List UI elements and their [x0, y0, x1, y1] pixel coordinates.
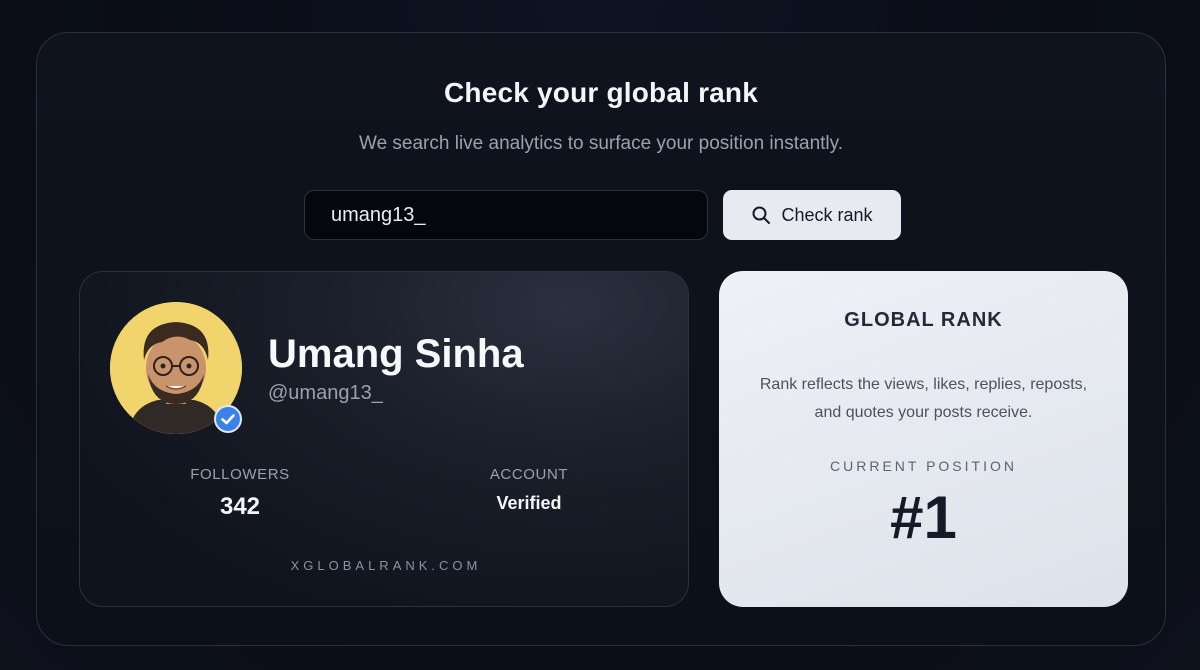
account-value: Verified	[496, 493, 562, 513]
verified-badge-icon	[214, 405, 242, 433]
search-icon	[751, 205, 771, 225]
rank-checker-panel: Check your global rank We search live an…	[36, 32, 1166, 646]
followers-label: FOLLOWERS	[190, 466, 290, 483]
global-rank-card: GLOBAL RANK Rank reflects the views, lik…	[719, 271, 1128, 607]
profile-handle: @umang13_	[268, 382, 383, 404]
profile-card: Umang Sinha @umang13_ FOLLOWERS 342 ACCO…	[79, 271, 689, 607]
profile-name: Umang Sinha	[268, 332, 524, 376]
check-rank-button[interactable]: Check rank	[723, 190, 901, 240]
account-label: ACCOUNT	[489, 466, 569, 483]
rank-heading: GLOBAL RANK	[844, 309, 1003, 331]
current-position-label: CURRENT POSITION	[830, 458, 1017, 474]
rank-description: Rank reflects the views, likes, replies,…	[759, 376, 1088, 421]
page-subtitle: We search live analytics to surface your…	[358, 133, 844, 154]
check-rank-label: Check rank	[781, 204, 873, 225]
page-title: Check your global rank	[443, 77, 759, 108]
site-watermark: XGLOBALRANK.COM	[290, 558, 482, 573]
followers-value: 342	[219, 493, 261, 520]
username-search-input[interactable]	[304, 190, 708, 240]
current-position-value: #1	[890, 484, 957, 551]
